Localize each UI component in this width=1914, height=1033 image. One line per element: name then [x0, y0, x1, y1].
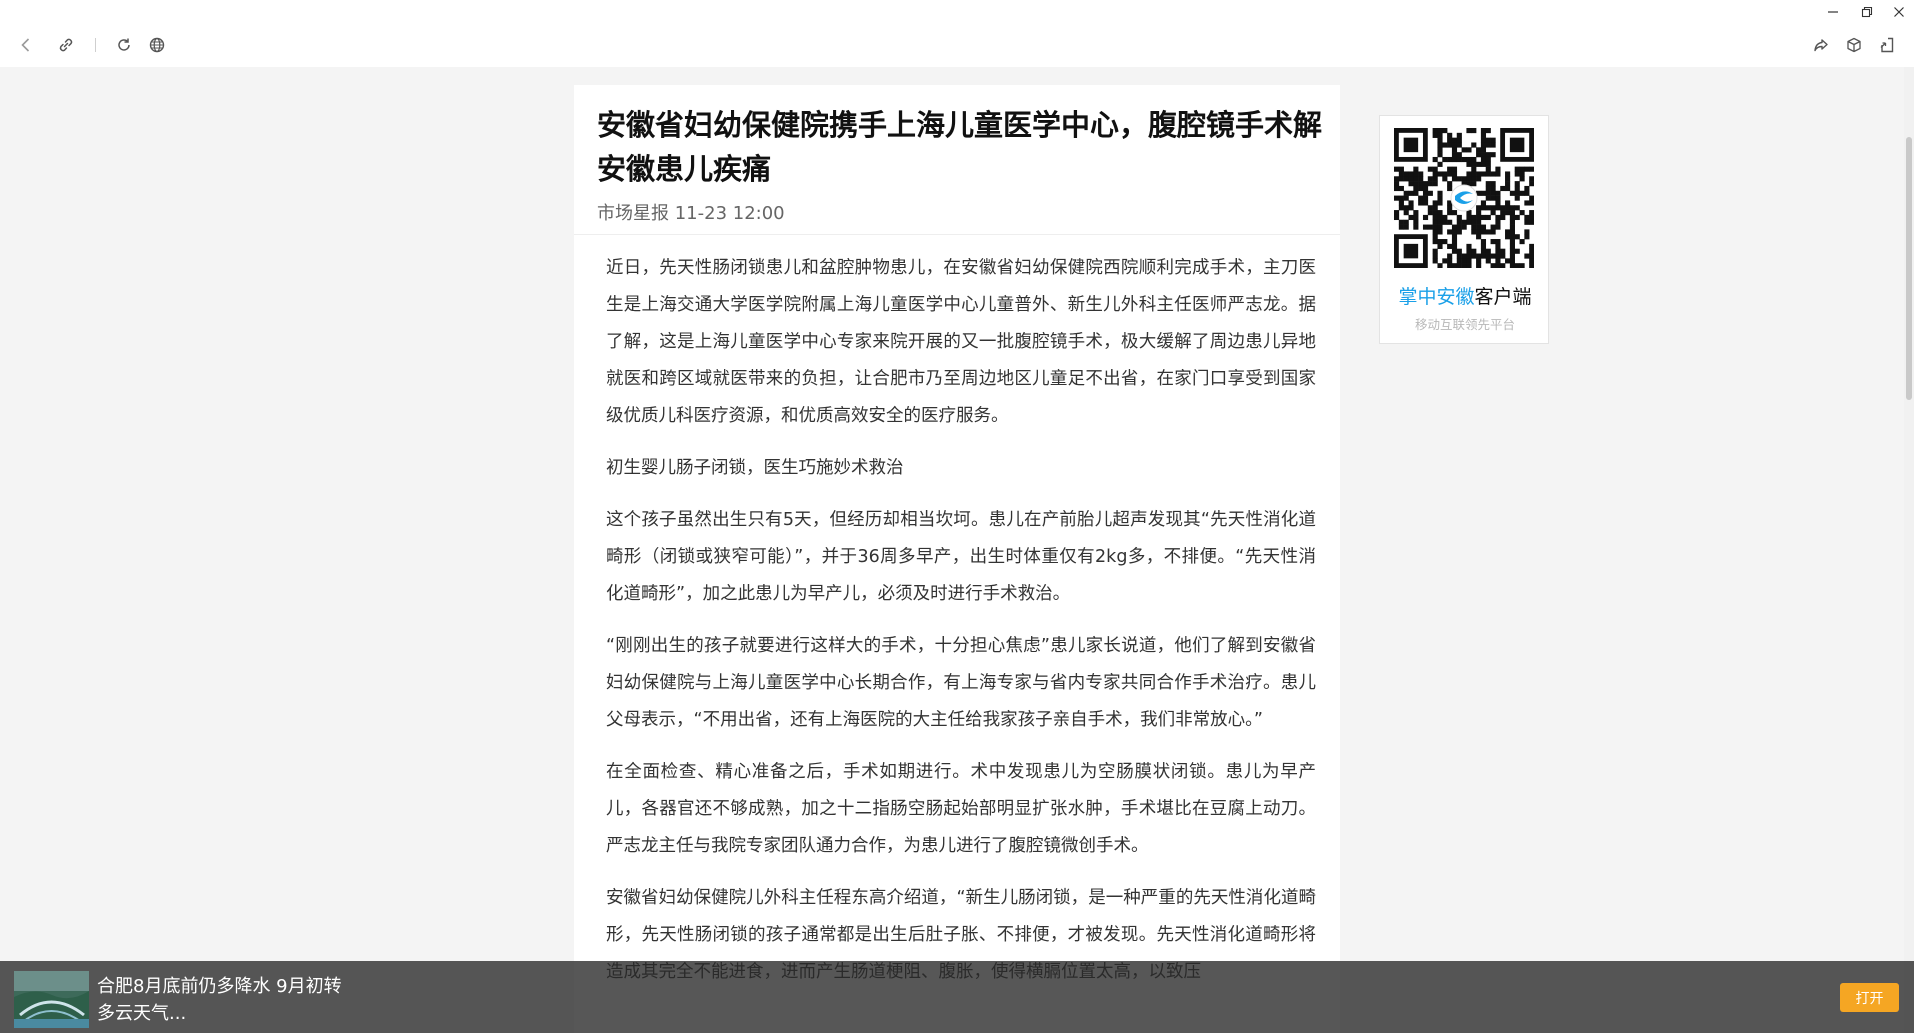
qr-title-rest: 客户端: [1474, 286, 1532, 308]
qr-title: 掌中安徽客户端: [1380, 282, 1550, 309]
browser-toolbar: [0, 0, 1914, 67]
article-title: 安徽省妇幼保健院携手上海儿童医学中心，腹腔镜手术解安徽患儿疾痛: [597, 108, 1323, 186]
back-icon[interactable]: [13, 32, 39, 58]
close-icon[interactable]: [1884, 2, 1914, 22]
reader-icon[interactable]: [1874, 32, 1900, 58]
banner-headline[interactable]: 合肥8月底前仍多降水 9月初转多云天气...: [97, 973, 357, 1027]
paragraph: “刚刚出生的孩子就要进行这样大的手术，十分担心焦虑”患儿家长说道，他们了解到安徽…: [606, 636, 1316, 730]
article-card: 安徽省妇幼保健院携手上海儿童医学中心，腹腔镜手术解安徽患儿疾痛 市场星报 11-…: [574, 85, 1340, 1033]
paragraph: 初生婴儿肠子闭锁，医生巧施妙术救治: [606, 458, 904, 478]
cube-icon[interactable]: [1841, 32, 1867, 58]
banner-thumbnail: [14, 971, 89, 1028]
article-body: 近日，先天性肠闭锁患儿和盆腔肿物患儿，在安徽省妇幼保健院西院顺利完成手术，主刀医…: [606, 250, 1316, 1006]
article-meta: 市场星报 11-23 12:00: [597, 203, 785, 224]
qr-subtitle: 移动互联领先平台: [1414, 317, 1515, 332]
open-button[interactable]: 打开: [1840, 983, 1899, 1012]
refresh-icon[interactable]: [111, 32, 137, 58]
restore-icon[interactable]: [1852, 2, 1882, 22]
share-icon[interactable]: [1808, 32, 1834, 58]
minimize-icon[interactable]: [1818, 2, 1848, 22]
scrollbar[interactable]: [1904, 67, 1914, 1033]
paragraph: 近日，先天性肠闭锁患儿和盆腔肿物患儿，在安徽省妇幼保健院西院顺利完成手术，主刀医…: [606, 258, 1316, 426]
paragraph: 这个孩子虽然出生只有5天，但经历却相当坎坷。患儿在产前胎儿超声发现其“先天性消化…: [606, 510, 1316, 604]
link-icon[interactable]: [53, 32, 79, 58]
qr-code: [1394, 128, 1534, 268]
paragraph: 在全面检查、精心准备之后，手术如期进行。术中发现患儿为空肠膜状闭锁。患儿为早产儿…: [606, 762, 1316, 856]
qr-brand: 掌中安徽: [1398, 286, 1475, 308]
meta-divider: [574, 234, 1340, 235]
app-download-card[interactable]: 掌中安徽客户端 移动互联领先平台: [1379, 115, 1549, 344]
bottom-banner[interactable]: 合肥8月底前仍多降水 9月初转多云天气... 打开: [0, 961, 1914, 1033]
toolbar-separator: [95, 38, 96, 52]
scrollbar-thumb[interactable]: [1906, 137, 1912, 400]
globe-icon[interactable]: [144, 32, 170, 58]
